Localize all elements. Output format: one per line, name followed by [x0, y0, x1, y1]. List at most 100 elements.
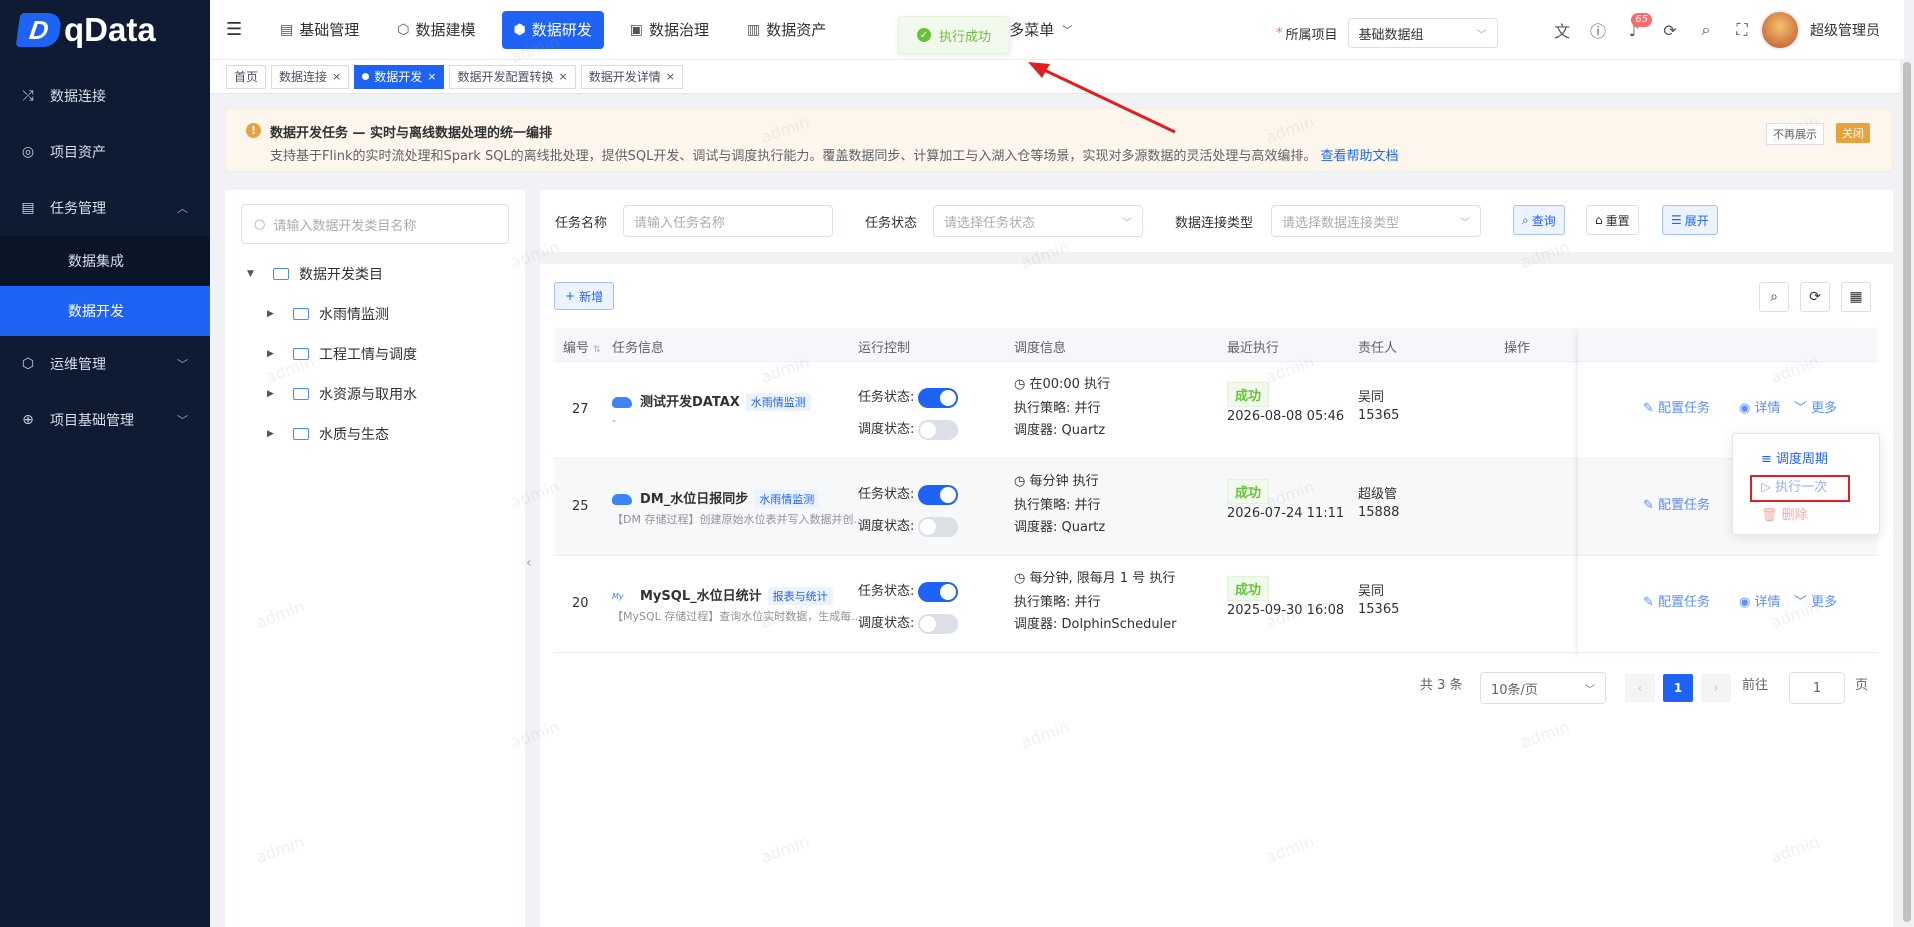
goto-page-input[interactable]: 1: [1789, 672, 1845, 704]
tab-data-development[interactable]: 数据开发 ×: [354, 64, 445, 89]
tree-node[interactable]: ▶ 水雨情监测: [267, 304, 389, 324]
toast-message: 执行成功: [938, 29, 991, 45]
sidebar-item-project-assets[interactable]: ◎ 项目资产: [0, 124, 210, 180]
tab-home[interactable]: 首页: [226, 64, 267, 89]
nav-data-modeling[interactable]: ⬡ 数据建模: [385, 11, 487, 49]
task-status-switch[interactable]: [918, 387, 959, 408]
sidebar-item-ops-management[interactable]: ⬡ 运维管理 ﹀: [0, 336, 210, 392]
help-doc-link[interactable]: 查看帮助文档: [1321, 149, 1399, 164]
help-icon[interactable]: ⓘ: [1580, 18, 1616, 42]
task-status-switch[interactable]: [918, 484, 959, 505]
owner-name: 吴同: [1358, 390, 1385, 405]
sidebar-item-project-basic[interactable]: ⊕ 项目基础管理 ﹀: [0, 392, 210, 448]
tree-node[interactable]: ▶ 工程工情与调度: [267, 344, 417, 364]
sidebar-item-data-development[interactable]: 数据开发: [0, 286, 210, 336]
sidebar-item-task-management[interactable]: ▤ 任务管理 ︿: [0, 180, 210, 236]
input-placeholder: 请输入任务名称: [634, 215, 726, 231]
tree-root[interactable]: ▼ 数据开发类目: [247, 264, 383, 284]
task-status-label: 任务状态:: [858, 584, 915, 599]
brand-name: qData: [64, 11, 156, 48]
goto-value: 1: [1812, 680, 1822, 696]
sidebar-item-data-integration[interactable]: 数据集成: [0, 236, 210, 286]
task-icon: ▤: [21, 200, 35, 216]
menu-fold-icon[interactable]: ☰: [226, 19, 246, 40]
task-name[interactable]: 测试开发DATAX: [640, 395, 740, 410]
search-icon: ⌕: [1770, 289, 1778, 305]
task-name[interactable]: DM_水位日报同步: [640, 492, 748, 507]
folder-icon: [293, 428, 309, 440]
task-name-input[interactable]: 请输入任务名称: [623, 205, 833, 237]
name-filter-label: 任务名称: [555, 216, 608, 231]
sched-status-switch[interactable]: [918, 419, 959, 440]
task-info: DM_水位日报同步 水雨情监测: [612, 488, 820, 508]
header-id[interactable]: 编号 ⇅: [563, 337, 601, 356]
refresh-button[interactable]: ⟳: [1800, 282, 1830, 312]
sidebar-item-data-connection[interactable]: ⤮ 数据连接: [0, 68, 210, 124]
project-select[interactable]: 基础数据组 ﹀: [1347, 18, 1498, 48]
scrollbar-thumb[interactable]: [1903, 62, 1911, 922]
globe-icon: ⊕: [22, 412, 34, 428]
close-icon[interactable]: ×: [559, 70, 568, 83]
sidebar-item-label: 数据连接: [50, 89, 106, 105]
tab-label: 首页: [234, 70, 259, 84]
task-name[interactable]: MySQL_水位日统计: [640, 589, 762, 604]
tree-node[interactable]: ▶ 水资源与取用水: [267, 384, 417, 404]
sidebar-item-label: 运维管理: [50, 357, 106, 373]
query-button[interactable]: ⌕ 查询: [1513, 205, 1565, 235]
nav-basic-management[interactable]: ▤ 基础管理: [268, 11, 371, 49]
translate-icon[interactable]: 文: [1544, 18, 1580, 42]
chevron-right-icon: ›: [1713, 681, 1719, 695]
task-status-switch[interactable]: [918, 581, 959, 602]
bell-icon[interactable]: ♪ 65: [1616, 12, 1652, 40]
pagination-total: 共 3 条: [1420, 678, 1463, 693]
add-task-button[interactable]: + 新增: [554, 282, 615, 310]
nav-data-development[interactable]: ⬢ 数据研发: [501, 10, 604, 49]
close-icon[interactable]: ×: [332, 70, 341, 83]
search-toggle-button[interactable]: ⌕: [1759, 282, 1789, 312]
refresh-icon[interactable]: ⟳: [1652, 21, 1688, 40]
chevron-down-icon: ﹀: [1476, 29, 1487, 41]
task-id: 25: [572, 499, 589, 514]
page-scrollbar[interactable]: [1900, 60, 1914, 927]
page-number: 1: [1673, 681, 1683, 695]
menu-item-delete[interactable]: 🗑 删除: [1761, 504, 1808, 523]
reset-button[interactable]: ⌂ 重置: [1586, 205, 1639, 235]
tree-node[interactable]: ▶ 水质与生态: [267, 424, 389, 444]
tab-dev-detail[interactable]: 数据开发详情 ×: [580, 64, 683, 89]
task-status-select[interactable]: 请选择任务状态 ﹀: [933, 205, 1143, 237]
tab-label: 数据连接: [279, 70, 328, 84]
dont-show-button[interactable]: 不再展示: [1766, 123, 1824, 145]
owner-phone: 15365: [1358, 408, 1400, 423]
nav-data-governance[interactable]: ▣ 数据治理: [618, 11, 721, 49]
sched-status-switch[interactable]: [918, 516, 959, 537]
expand-button[interactable]: ☰ 展开: [1662, 205, 1718, 235]
page-number-button[interactable]: 1: [1663, 674, 1693, 702]
search-icon[interactable]: ⌕: [1688, 20, 1724, 40]
header-schedule: 调度信息: [1014, 341, 1067, 356]
close-icon[interactable]: ×: [666, 70, 675, 83]
columns-button[interactable]: ▦: [1841, 282, 1871, 312]
notice-banner: ! 数据开发任务 — 实时与离线数据处理的统一编排 支持基于Flink的实时流处…: [225, 108, 1893, 172]
menu-item-schedule-cycle[interactable]: ≡ 调度周期: [1761, 448, 1828, 467]
search-icon: ⌕: [1522, 212, 1529, 227]
user-name[interactable]: 超级管理员: [1810, 20, 1880, 40]
fullscreen-icon[interactable]: ⛶: [1724, 20, 1760, 40]
nav-data-assets[interactable]: ▥ 数据资产: [735, 11, 838, 49]
task-info: My MySQL_水位日统计 报表与统计: [612, 585, 833, 605]
next-page-button[interactable]: ›: [1701, 674, 1731, 702]
shuffle-icon: ⤮: [22, 88, 34, 104]
avatar[interactable]: [1760, 10, 1800, 50]
schedule-time: ◷ 在00:00 执行: [1014, 373, 1110, 392]
collapse-panel-icon[interactable]: ‹: [526, 555, 532, 571]
tree-search-input[interactable]: ○ 请输入数据开发类目名称: [241, 204, 509, 244]
prev-page-button[interactable]: ‹: [1625, 674, 1655, 702]
conn-type-select[interactable]: 请选择数据连接类型 ﹀: [1271, 205, 1481, 237]
sched-status-switch[interactable]: [918, 613, 959, 634]
chevron-down-icon: ﹀: [1585, 684, 1595, 696]
tab-data-connection[interactable]: 数据连接 ×: [271, 64, 350, 89]
close-notice-button[interactable]: 关闭: [1836, 123, 1870, 143]
header-task-info: 任务信息: [612, 341, 665, 356]
close-icon[interactable]: ×: [427, 70, 436, 83]
page-size-select[interactable]: 10条/页 ﹀: [1480, 672, 1606, 704]
tab-config-convert[interactable]: 数据开发配置转换 ×: [449, 64, 576, 89]
